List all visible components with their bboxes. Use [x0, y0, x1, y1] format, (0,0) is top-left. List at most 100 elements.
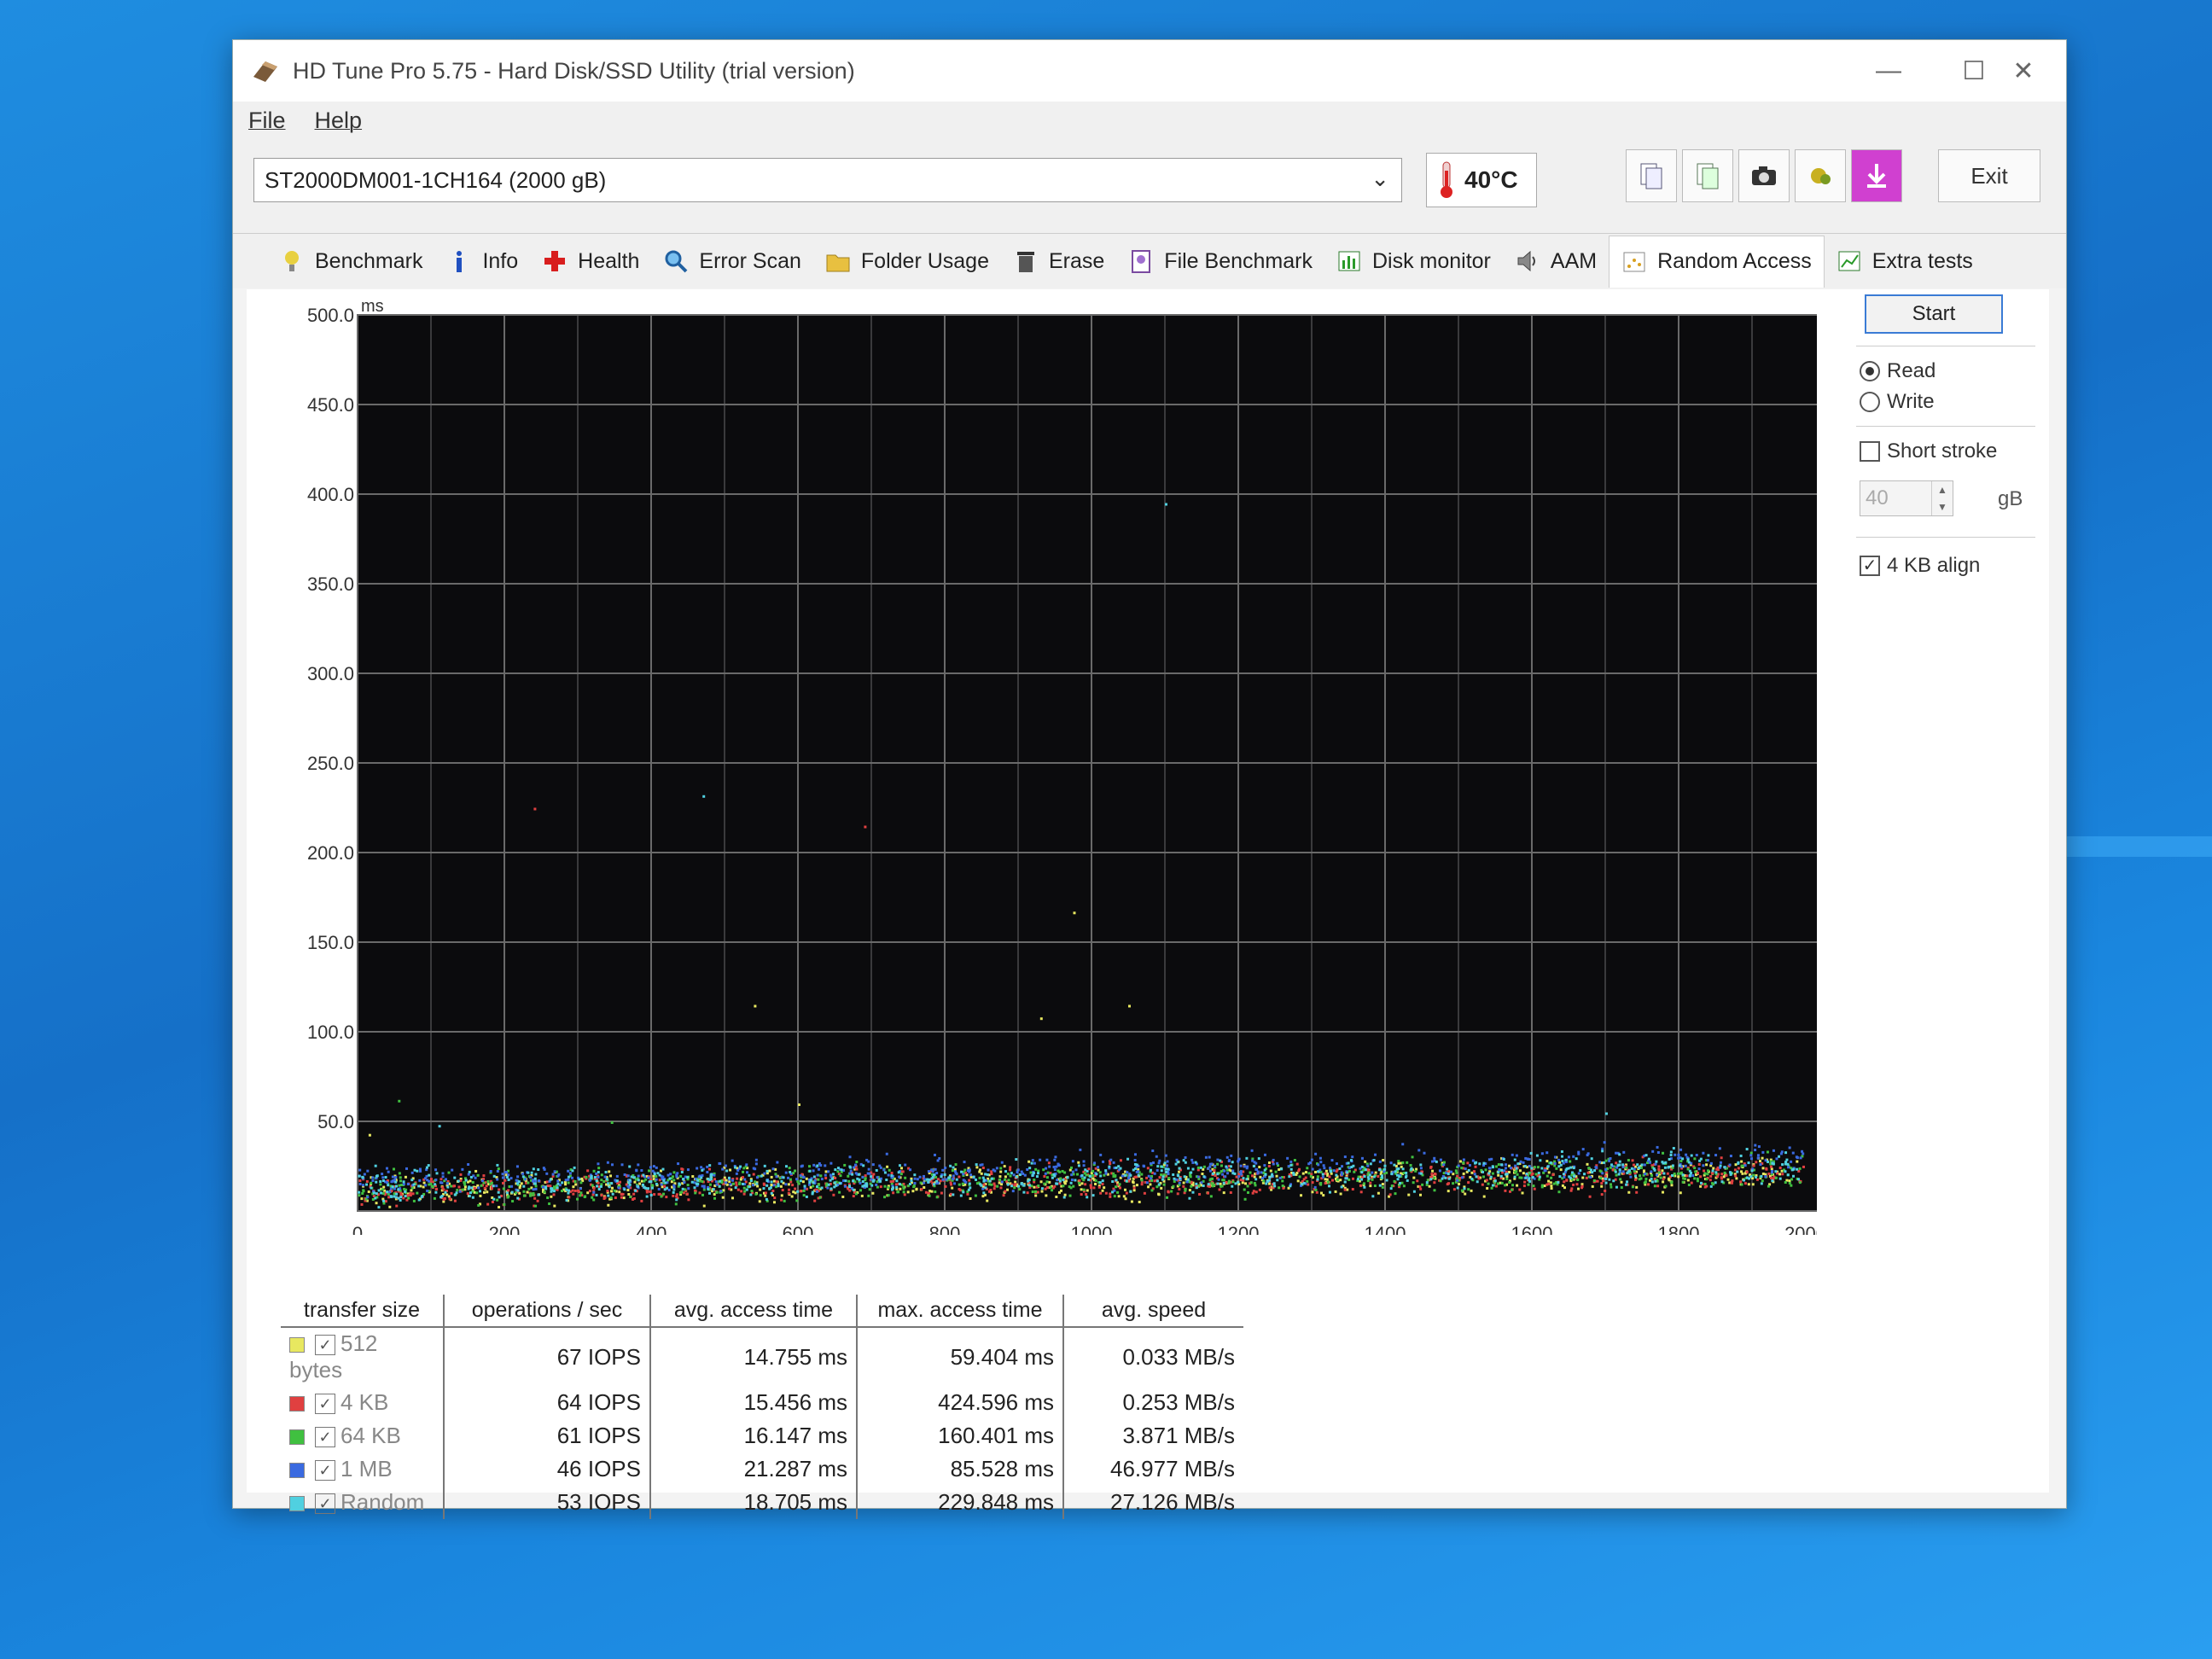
data-point [1091, 1169, 1095, 1173]
data-point [1706, 1159, 1709, 1162]
data-point [633, 1180, 637, 1184]
tab-error-scan-label: Error Scan [699, 248, 801, 273]
align-checkbox[interactable]: ✓ [1860, 556, 1880, 576]
screenshot-button[interactable] [1738, 149, 1790, 202]
data-point [1631, 1159, 1634, 1162]
short-stroke-checkbox[interactable] [1860, 441, 1880, 462]
data-point [620, 1163, 624, 1167]
data-point [588, 1190, 591, 1193]
read-radio[interactable] [1860, 361, 1880, 381]
data-point [1140, 1183, 1144, 1186]
tab-random-access[interactable]: Random Access [1609, 235, 1825, 288]
data-point [574, 1183, 578, 1186]
data-point [1104, 1172, 1108, 1175]
exit-button[interactable]: Exit [1938, 149, 2040, 202]
copy-text-button[interactable] [1626, 149, 1677, 202]
minimize-button[interactable]: — [1846, 40, 1931, 102]
series-checkbox[interactable]: ✓ [315, 1394, 335, 1415]
data-point [992, 1187, 996, 1190]
tab-folder-usage[interactable]: Folder Usage [813, 237, 1001, 285]
data-point [1672, 1146, 1675, 1150]
menu-help[interactable]: Help [315, 108, 363, 134]
download-icon [1867, 164, 1886, 188]
data-point [1278, 1176, 1282, 1179]
data-point [1077, 1164, 1080, 1167]
short-stroke-option[interactable]: Short stroke [1860, 439, 1997, 463]
series-checkbox[interactable]: ✓ [315, 1493, 335, 1515]
save-download-button[interactable] [1851, 149, 1902, 202]
data-point [592, 1198, 596, 1202]
data-point [1467, 1181, 1470, 1185]
data-point [858, 1178, 861, 1181]
data-point [1570, 1187, 1574, 1190]
data-point [1393, 1163, 1396, 1167]
drive-select[interactable]: ST2000DM001-1CH164 (2000 gB) ⌄ [253, 158, 1402, 202]
data-point [961, 1182, 964, 1185]
short-stroke-size-stepper[interactable]: 40 ▲ ▼ [1860, 480, 1953, 516]
tab-error-scan[interactable]: Error Scan [651, 237, 812, 285]
start-button[interactable]: Start [1865, 294, 2003, 334]
data-point [491, 1200, 494, 1203]
series-checkbox[interactable]: ✓ [315, 1335, 335, 1356]
align-option[interactable]: ✓ 4 KB align [1860, 554, 1980, 578]
data-point [1069, 1181, 1073, 1185]
data-point [1600, 1182, 1604, 1185]
write-option[interactable]: Write [1860, 390, 1935, 414]
data-point [1653, 1185, 1656, 1188]
data-point [1199, 1166, 1202, 1169]
data-point [1631, 1185, 1634, 1189]
tab-file-benchmark[interactable]: File Benchmark [1116, 237, 1324, 285]
close-button[interactable]: ✕ [1981, 40, 2066, 102]
data-point [1530, 1167, 1534, 1170]
x-tick-label: 1400 [1365, 1223, 1406, 1235]
data-point [908, 1182, 911, 1185]
tab-health[interactable]: Health [530, 237, 651, 285]
data-point [968, 1170, 971, 1173]
data-point [483, 1190, 486, 1194]
data-point [1729, 1155, 1732, 1158]
write-radio[interactable] [1860, 392, 1880, 412]
data-point [854, 1172, 858, 1175]
data-point [1433, 1156, 1436, 1160]
data-point [1604, 1174, 1607, 1178]
data-point [817, 1178, 820, 1181]
data-point [541, 1185, 544, 1189]
spinner-arrows-icon[interactable]: ▲ ▼ [1931, 481, 1953, 515]
data-point [1071, 1160, 1074, 1163]
series-checkbox[interactable]: ✓ [315, 1427, 335, 1448]
data-point [605, 1178, 608, 1181]
tab-disk-monitor[interactable]: Disk monitor [1324, 237, 1503, 285]
tab-extra-tests[interactable]: Extra tests [1825, 237, 1985, 285]
data-point [1577, 1150, 1580, 1154]
data-point [1086, 1196, 1089, 1199]
data-point [573, 1180, 577, 1184]
data-point [458, 1190, 462, 1193]
data-point [694, 1191, 697, 1195]
tab-erase[interactable]: Erase [1001, 237, 1116, 285]
data-point [1000, 1161, 1004, 1164]
tab-benchmark[interactable]: Benchmark [267, 237, 434, 285]
start-button-label: Start [1912, 302, 1956, 325]
data-point [1040, 1190, 1044, 1193]
data-point [1347, 1161, 1350, 1165]
data-point [1698, 1159, 1702, 1162]
data-point [1778, 1166, 1782, 1169]
read-option[interactable]: Read [1860, 359, 1936, 383]
tab-info[interactable]: Info [434, 237, 530, 285]
series-checkbox[interactable]: ✓ [315, 1460, 335, 1481]
data-point [1664, 1161, 1668, 1164]
data-point [607, 1182, 610, 1185]
options-button[interactable] [1795, 149, 1846, 202]
data-point [1546, 1165, 1550, 1168]
data-point [613, 1189, 616, 1192]
data-point [690, 1180, 694, 1184]
tab-disk-monitor-label: Disk monitor [1371, 248, 1491, 273]
copy-info-button[interactable] [1682, 149, 1733, 202]
data-point [1487, 1167, 1491, 1170]
data-point [503, 1203, 506, 1207]
data-point [774, 1167, 777, 1171]
data-point [1327, 1180, 1330, 1184]
tab-aam[interactable]: AAM [1503, 237, 1609, 285]
data-point [442, 1188, 445, 1191]
menu-file[interactable]: File [248, 108, 286, 134]
